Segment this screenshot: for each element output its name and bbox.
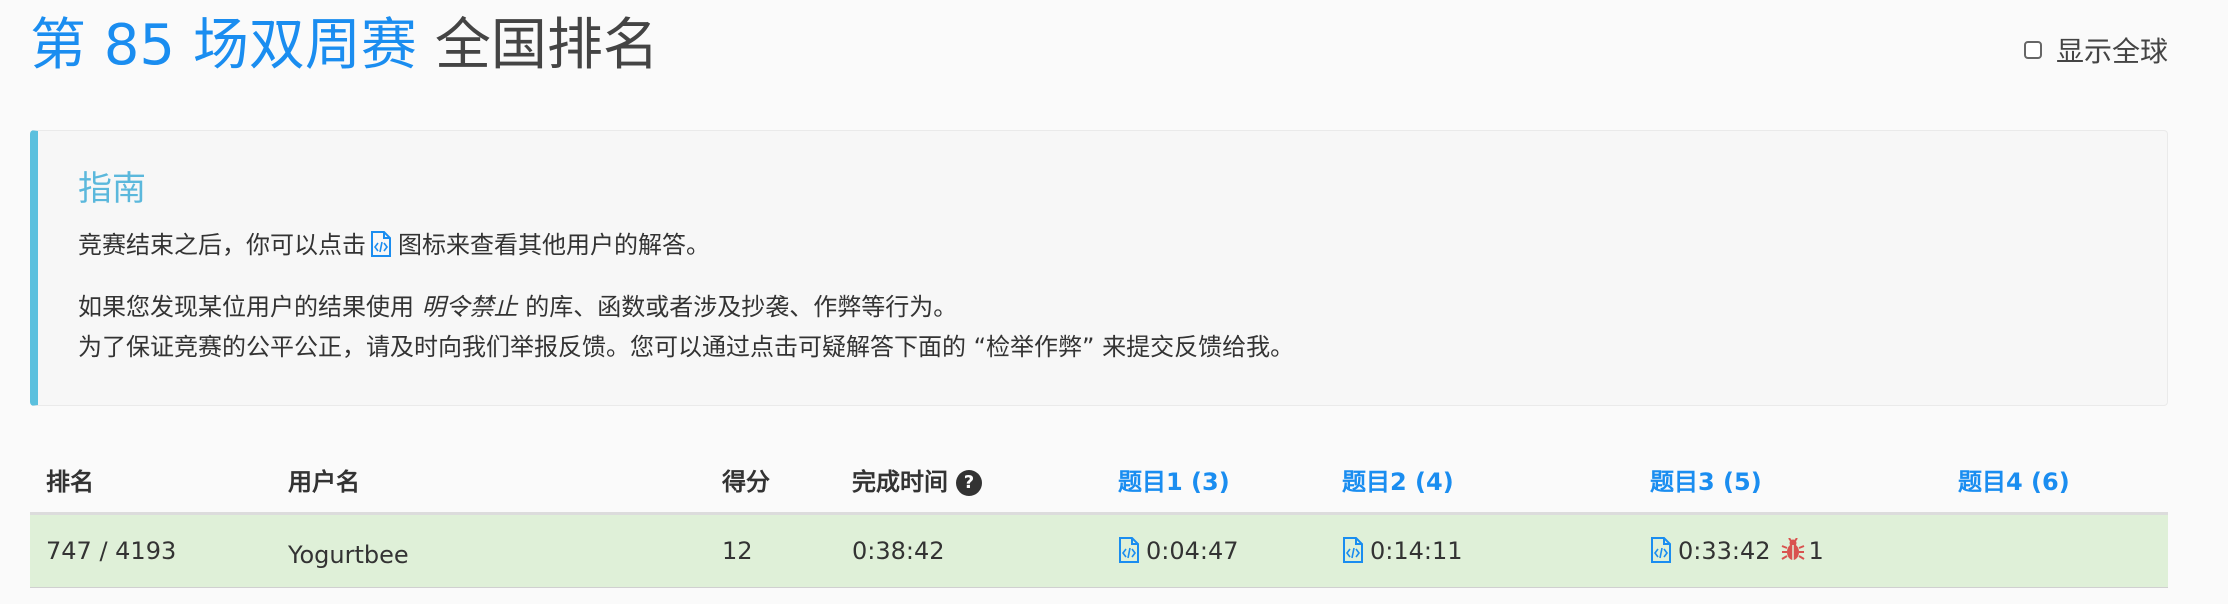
code-file-icon bbox=[371, 231, 391, 257]
code-file-icon[interactable] bbox=[1118, 537, 1140, 563]
guide-title: 指南 bbox=[78, 169, 146, 209]
guide-line-2-after: 的库、函数或者涉及抄袭、作弊等行为。 bbox=[525, 293, 958, 321]
col-finish-time-label: 完成时间 bbox=[852, 468, 948, 496]
guide-line-2-before: 如果您发现某位用户的结果使用 bbox=[78, 293, 414, 321]
guide-line-1-before: 竞赛结束之后，你可以点击 bbox=[78, 231, 366, 259]
col-finish-time: 完成时间? bbox=[852, 462, 982, 502]
show-global-label: 显示全球 bbox=[2055, 35, 2168, 68]
row-q2-cell[interactable]: 0:14:11 bbox=[1342, 531, 1463, 571]
code-file-icon[interactable] bbox=[1342, 537, 1364, 563]
code-file-icon[interactable] bbox=[1650, 537, 1672, 563]
row-username[interactable]: Yogurtbee bbox=[288, 535, 409, 575]
table-row: 747 / 4193 Yogurtbee 12 0:38:42 0:04:47 … bbox=[30, 515, 2168, 588]
row-score: 12 bbox=[722, 537, 753, 565]
col-question-2[interactable]: 题目2 (4) bbox=[1342, 462, 1454, 502]
guide-line-2: 如果您发现某位用户的结果使用 明令禁止 的库、函数或者涉及抄袭、作弊等行为。 bbox=[78, 287, 2167, 327]
col-score: 得分 bbox=[722, 468, 770, 496]
row-rank: 747 / 4193 bbox=[46, 537, 177, 565]
guide-forbidden-text: 明令禁止 bbox=[421, 293, 518, 321]
contest-name: 第 85 场双周赛 bbox=[30, 13, 417, 78]
show-global-toggle[interactable]: 显示全球 bbox=[2023, 30, 2168, 70]
row-q3-cell[interactable]: 0:33:42 1 bbox=[1650, 531, 1824, 571]
page-header: 第 85 场双周赛 全国排名 显示全球 bbox=[30, 6, 2168, 86]
guide-line-1-after: 图标来查看其他用户的解答。 bbox=[398, 231, 710, 259]
table-header: 排名 用户名 得分 完成时间? 题目1 (3) 题目2 (4) 题目3 (5) … bbox=[30, 452, 2168, 515]
page-title: 第 85 场双周赛 全国排名 bbox=[30, 6, 659, 86]
show-global-checkbox[interactable] bbox=[2023, 41, 2042, 59]
guide-line-3: 为了保证竞赛的公平公正，请及时向我们举报反馈。您可以通过点击可疑解答下面的 “检… bbox=[78, 333, 1295, 361]
col-question-4[interactable]: 题目4 (6) bbox=[1958, 462, 2070, 502]
col-question-1[interactable]: 题目1 (3) bbox=[1118, 462, 1230, 502]
row-q3-time: 0:33:42 bbox=[1678, 537, 1771, 565]
ranking-label: 全国排名 bbox=[434, 13, 659, 78]
col-question-3[interactable]: 题目3 (5) bbox=[1650, 462, 1762, 502]
guide-panel: 指南 竞赛结束之后，你可以点击 图标来查看其他用户的解答。 如果您发现某位用户的结… bbox=[30, 130, 2168, 406]
ranking-table: 排名 用户名 得分 完成时间? 题目1 (3) 题目2 (4) 题目3 (5) … bbox=[30, 452, 2168, 588]
row-q1-time: 0:04:47 bbox=[1146, 537, 1239, 565]
row-q3-bug-count: 1 bbox=[1808, 537, 1824, 565]
guide-line-1: 竞赛结束之后，你可以点击 图标来查看其他用户的解答。 bbox=[78, 225, 2167, 265]
help-icon[interactable]: ? bbox=[956, 470, 982, 496]
col-username: 用户名 bbox=[288, 468, 360, 496]
row-q1-cell[interactable]: 0:04:47 bbox=[1118, 531, 1239, 571]
col-rank: 排名 bbox=[46, 468, 94, 496]
row-finish-time: 0:38:42 bbox=[852, 537, 945, 565]
bug-icon bbox=[1781, 538, 1805, 560]
row-q2-time: 0:14:11 bbox=[1370, 537, 1463, 565]
